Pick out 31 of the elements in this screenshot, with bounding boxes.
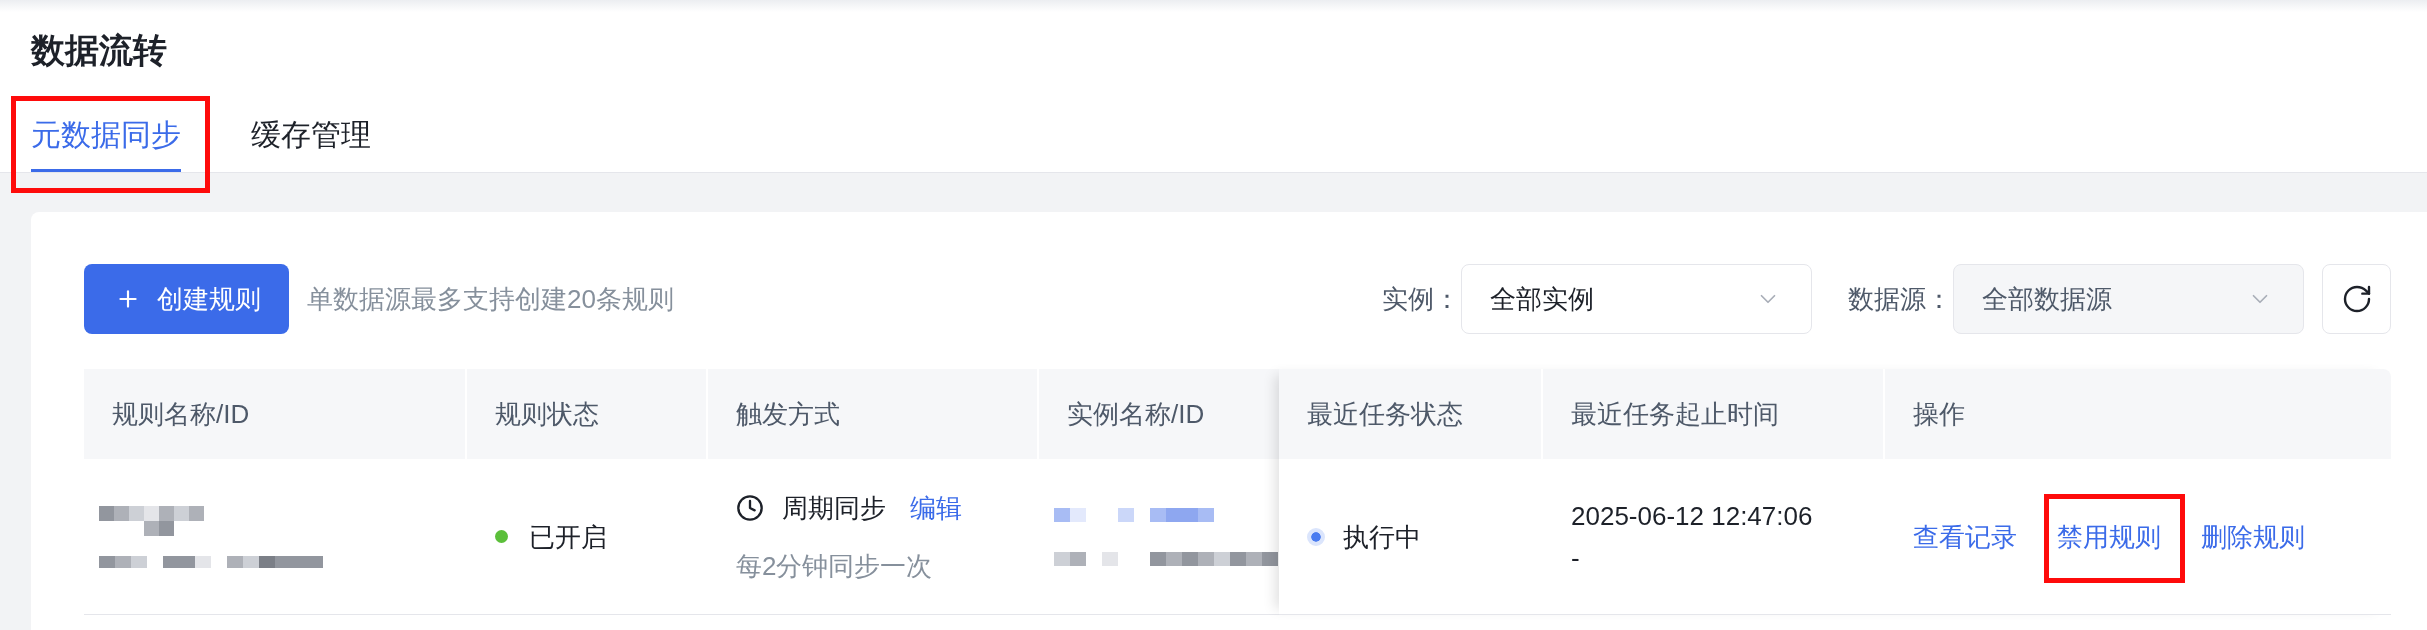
- column-header: 规则状态: [467, 369, 708, 459]
- hint-text: 单数据源最多支持创建20条规则: [307, 282, 674, 316]
- pixelated-text-icon: [99, 505, 204, 536]
- filter-label: 数据源：: [1848, 282, 1952, 316]
- select-field[interactable]: 全部实例: [1461, 264, 1812, 334]
- action-link[interactable]: 删除规则: [2201, 518, 2305, 555]
- time-text: -: [1571, 541, 1580, 575]
- filter-label: 实例：: [1382, 282, 1460, 316]
- status-text: 执行中: [1343, 520, 1421, 554]
- refresh-button[interactable]: [2322, 264, 2391, 334]
- pixelated-text-icon: [1054, 507, 1214, 522]
- column-header: 触发方式: [708, 369, 1039, 459]
- create-button[interactable]: 创建规则: [84, 264, 289, 334]
- pixelated-text-icon: [99, 555, 323, 568]
- tab[interactable]: 缓存管理: [251, 107, 371, 172]
- pixelated-text-icon: [1054, 551, 1278, 566]
- action-link[interactable]: 禁用规则: [2057, 518, 2161, 555]
- column-header: 实例名称/ID: [1039, 369, 1279, 459]
- action-link[interactable]: 查看记录: [1913, 518, 2017, 555]
- edit-link[interactable]: 编辑: [910, 489, 962, 526]
- schedule-note: 每2分钟同步一次: [736, 549, 933, 583]
- trigger-text: 周期同步: [782, 491, 886, 525]
- tab[interactable]: 元数据同步: [31, 107, 181, 172]
- column-header: 规则名称/ID: [84, 369, 467, 459]
- status-text: 已开启: [529, 520, 607, 554]
- clock-icon: [736, 493, 764, 522]
- page-title: 数据流转: [31, 30, 167, 70]
- time-text: 2025-06-12 12:47:06: [1571, 499, 1813, 533]
- column-header: 最近任务起止时间: [1543, 369, 1885, 459]
- column-header: 操作: [1885, 369, 2391, 459]
- column-header: 最近任务状态: [1279, 369, 1543, 459]
